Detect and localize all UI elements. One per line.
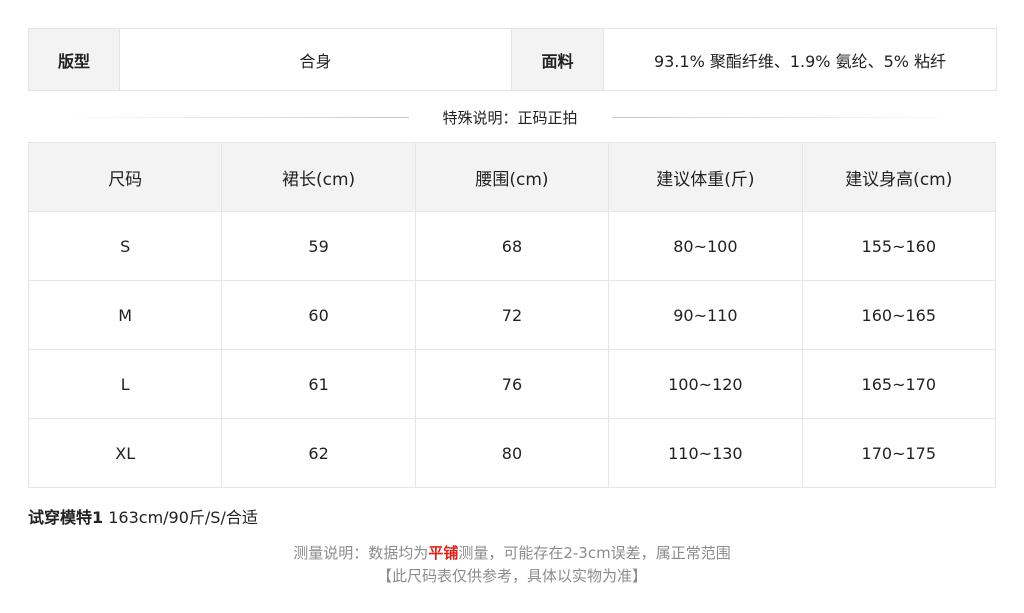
table-row: M 60 72 90~110 160~165: [27, 280, 997, 350]
fit-label: 版型: [28, 28, 120, 91]
cell-size: M: [27, 280, 223, 350]
cell-waist: 80: [414, 418, 610, 488]
cell-height: 160~165: [801, 280, 997, 350]
cell-length: 61: [221, 349, 416, 419]
fabric-label: 面料: [511, 28, 604, 91]
measurement-note-highlight: 平铺: [428, 544, 459, 562]
model-value: 163cm/90斤/S/合适: [108, 508, 258, 527]
table-row: XL 62 80 110~130 170~175: [27, 418, 997, 488]
size-table: 尺码 裙长(cm) 腰围(cm) 建议体重(斤) 建议身高(cm) S 59 6…: [27, 142, 997, 488]
cell-size: S: [27, 211, 223, 281]
fit-fabric-table: 版型 合身 面料 93.1% 聚酯纤维、1.9% 氨纶、5% 粘纤: [28, 28, 997, 91]
header-height: 建议身高(cm): [801, 142, 997, 212]
cell-waist: 72: [414, 280, 610, 350]
measurement-disclaimer: 【此尺码表仅供参考，具体以实物为准】: [376, 567, 647, 585]
cell-weight: 100~120: [608, 349, 803, 419]
cell-height: 170~175: [801, 418, 997, 488]
cell-size: L: [27, 349, 223, 419]
cell-weight: 80~100: [608, 211, 803, 281]
special-note: 特殊说明：正码正拍: [442, 108, 578, 127]
fabric-value: 93.1% 聚酯纤维、1.9% 氨纶、5% 粘纤: [603, 28, 997, 91]
cell-waist: 76: [414, 349, 610, 419]
cell-height: 155~160: [801, 211, 997, 281]
cell-length: 60: [221, 280, 416, 350]
fit-value: 合身: [119, 28, 512, 91]
cell-weight: 110~130: [608, 418, 803, 488]
header-length: 裙长(cm): [221, 142, 416, 212]
model-label: 试穿模特1: [28, 508, 104, 527]
cell-size: XL: [27, 418, 223, 488]
measurement-note: 测量说明：数据均为平铺测量，可能存在2-3cm误差，属正常范围: [0, 542, 1024, 563]
model-info: 试穿模特1 163cm/90斤/S/合适: [28, 504, 258, 528]
cell-waist: 68: [414, 211, 610, 281]
divider-line-left: [60, 116, 409, 118]
table-row: S 59 68 80~100 155~160: [27, 211, 997, 281]
header-waist: 腰围(cm): [414, 142, 610, 212]
table-row: L 61 76 100~120 165~170: [27, 349, 997, 419]
size-table-header: 尺码 裙长(cm) 腰围(cm) 建议体重(斤) 建议身高(cm): [27, 142, 997, 212]
cell-weight: 90~110: [608, 280, 803, 350]
special-note-divider: 特殊说明：正码正拍: [60, 104, 961, 130]
cell-height: 165~170: [801, 349, 997, 419]
divider-line-right: [611, 116, 961, 118]
measurement-note-suffix: 测量，可能存在2-3cm误差，属正常范围: [458, 544, 731, 562]
header-weight: 建议体重(斤): [608, 142, 803, 212]
fit-fabric-row: 版型 合身 面料 93.1% 聚酯纤维、1.9% 氨纶、5% 粘纤: [28, 28, 997, 91]
cell-length: 62: [221, 418, 416, 488]
cell-length: 59: [221, 211, 416, 281]
measurement-note-prefix: 测量说明：数据均为: [293, 544, 429, 562]
header-size: 尺码: [27, 142, 223, 212]
